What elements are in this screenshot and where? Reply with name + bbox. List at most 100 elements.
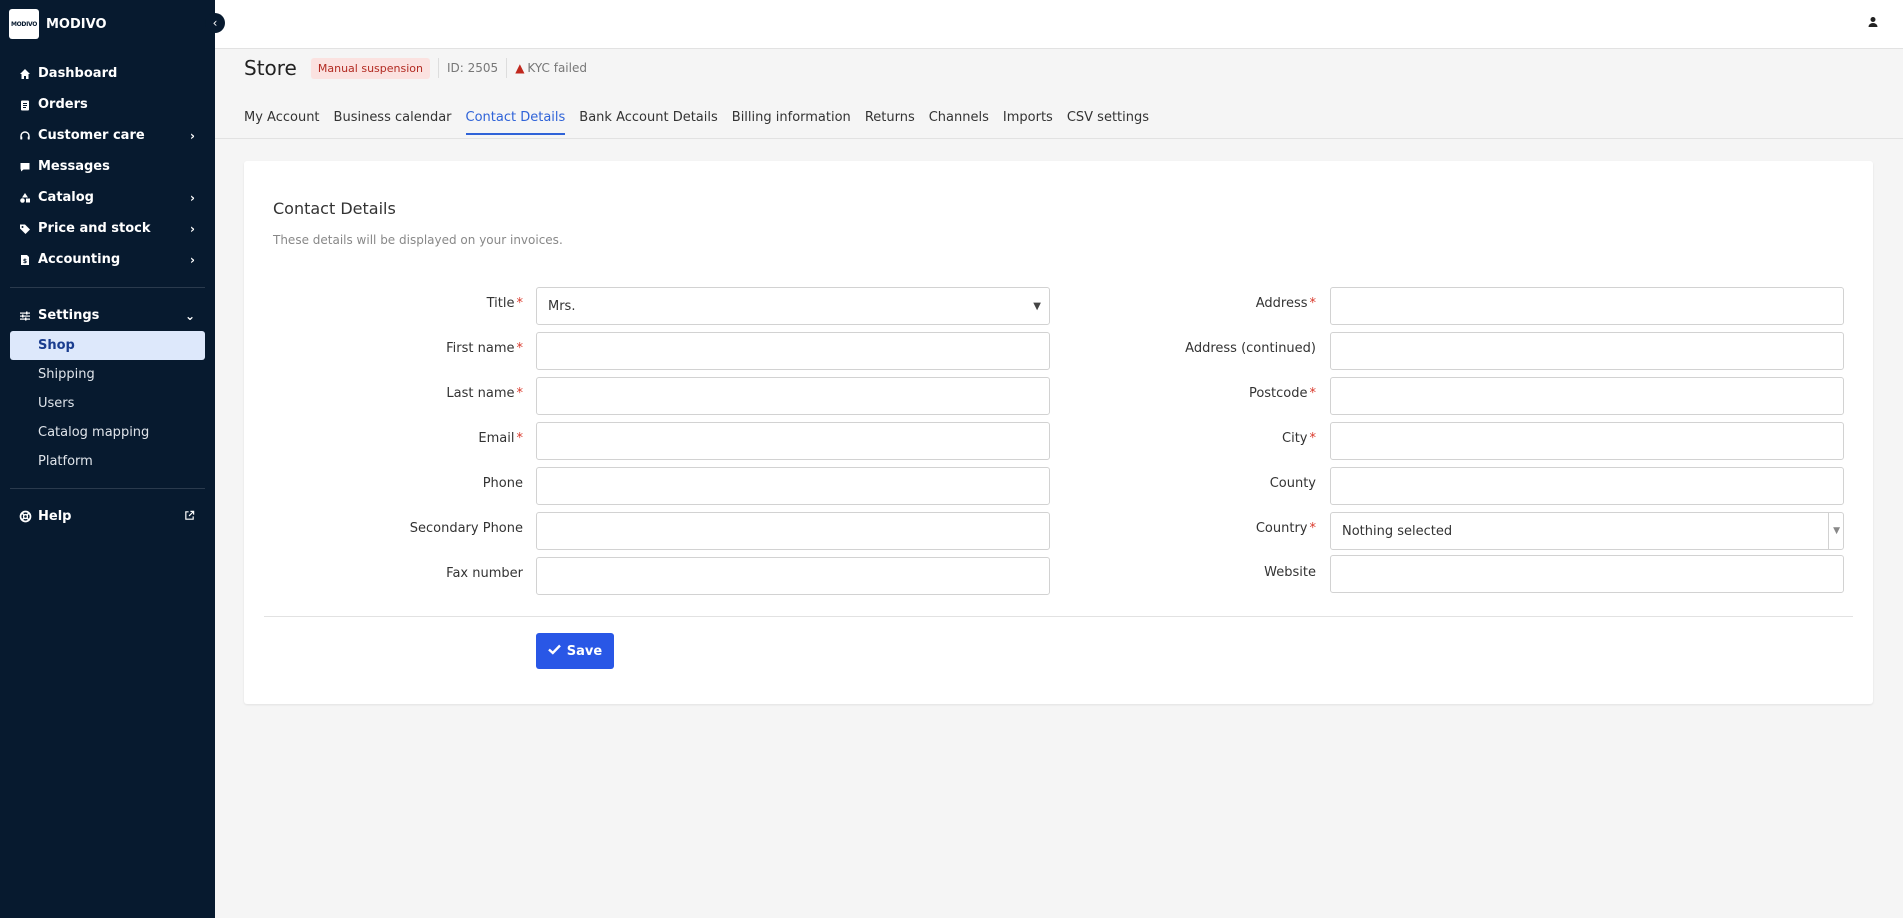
sidebar-item-label: Catalog: [38, 190, 94, 205]
sidebar-item-dashboard[interactable]: Dashboard: [0, 58, 215, 89]
sidebar-item-label: Orders: [38, 97, 88, 112]
chevron-right-icon: ›: [190, 190, 195, 205]
required-marker: *: [516, 431, 524, 446]
brand-logo: MODIVO: [9, 9, 39, 39]
sidebar-subitem-platform[interactable]: Platform: [0, 447, 215, 476]
sidebar-subitem-catalog-mapping[interactable]: Catalog mapping: [0, 418, 215, 447]
country-select[interactable]: Nothing selected ▼: [1330, 512, 1844, 550]
sidebar-item-orders[interactable]: Orders: [0, 89, 215, 120]
required-marker: *: [516, 296, 524, 311]
sidebar-item-label: Dashboard: [38, 66, 118, 81]
tab-billing-information[interactable]: Billing information: [732, 110, 851, 135]
required-marker: *: [516, 341, 524, 356]
chevron-left-icon: ‹: [212, 16, 218, 30]
tab-my-account[interactable]: My Account: [244, 110, 320, 135]
sidebar-item-label: Settings: [38, 308, 100, 323]
address-continued-input[interactable]: [1330, 332, 1844, 370]
page-header: Store Manual suspension ID: 2505 ▲ KYC fa…: [244, 56, 587, 80]
form-divider: [264, 616, 1853, 617]
save-button[interactable]: Save: [536, 633, 614, 669]
country-select-value: Nothing selected: [1342, 523, 1453, 539]
tab-imports[interactable]: Imports: [1003, 110, 1053, 135]
sidebar-subitem-shop[interactable]: Shop: [10, 331, 205, 360]
required-marker: *: [516, 386, 524, 401]
last-name-label-text: Last name: [446, 386, 515, 401]
city-label-text: City: [1282, 431, 1308, 446]
select-divider: [1828, 513, 1829, 549]
county-input[interactable]: [1330, 467, 1844, 505]
required-marker: *: [1309, 431, 1317, 446]
website-label-text: Website: [1264, 565, 1316, 580]
address-input[interactable]: [1330, 287, 1844, 325]
brand-name: MODIVO: [46, 16, 107, 32]
chevron-right-icon: ›: [190, 221, 195, 236]
county-label-text: County: [1269, 476, 1316, 491]
first-name-label: First name *: [323, 341, 523, 356]
postcode-label: Postcode *: [1116, 386, 1316, 401]
country-label: Country *: [1116, 521, 1316, 536]
sidebar-subitem-users[interactable]: Users: [0, 389, 215, 418]
sidebar-subitem-shipping[interactable]: Shipping: [0, 360, 215, 389]
sidebar-item-label: Price and stock: [38, 221, 151, 236]
external-link-icon: [184, 510, 195, 524]
tag-icon: [18, 223, 32, 235]
email-input[interactable]: [536, 422, 1050, 460]
secondary-phone-input[interactable]: [536, 512, 1050, 550]
brand[interactable]: MODIVO MODIVO: [0, 0, 215, 48]
sidebar-divider: [10, 488, 205, 489]
email-label: Email *: [323, 431, 523, 446]
phone-input[interactable]: [536, 467, 1050, 505]
secondary-phone-label: Secondary Phone: [323, 521, 523, 536]
first-name-label-text: First name: [446, 341, 515, 356]
sidebar-item-label: Accounting: [38, 252, 121, 267]
email-label-text: Email: [478, 431, 515, 446]
sidebar-item-accounting[interactable]: $ Accounting ›: [0, 244, 215, 275]
main-nav: Dashboard Orders Customer care › Message…: [0, 58, 215, 532]
fax-number-label: Fax number: [323, 566, 523, 581]
last-name-label: Last name *: [323, 386, 523, 401]
tab-csv-settings[interactable]: CSV settings: [1067, 110, 1149, 135]
form-subtitle: These details will be displayed on your …: [273, 233, 563, 247]
caret-down-icon: ▼: [1833, 526, 1840, 536]
secondary-phone-label-text: Secondary Phone: [409, 521, 523, 536]
city-label: City *: [1116, 431, 1316, 446]
sidebar-item-label: Messages: [38, 159, 110, 174]
headset-icon: [18, 130, 32, 142]
title-label: Title *: [323, 296, 523, 311]
sidebar-item-help[interactable]: Help: [0, 501, 215, 532]
tab-channels[interactable]: Channels: [929, 110, 989, 135]
postcode-label-text: Postcode: [1248, 386, 1308, 401]
tab-returns[interactable]: Returns: [865, 110, 915, 135]
sidebar-item-customer-care[interactable]: Customer care ›: [0, 120, 215, 151]
sidebar-item-catalog[interactable]: Catalog ›: [0, 182, 215, 213]
title-select[interactable]: Mrs. ▼: [536, 287, 1050, 325]
status-badge: Manual suspension: [310, 57, 430, 79]
header-divider: [438, 58, 439, 78]
tab-bar: My Account Business calendar Contact Det…: [244, 110, 1163, 135]
tab-contact-details[interactable]: Contact Details: [465, 110, 566, 135]
page-title: Store: [244, 56, 297, 80]
website-input[interactable]: [1330, 555, 1844, 593]
sidebar-item-messages[interactable]: Messages: [0, 151, 215, 182]
tab-business-calendar[interactable]: Business calendar: [334, 110, 452, 135]
title-label-text: Title: [486, 296, 515, 311]
sidebar-item-price-and-stock[interactable]: Price and stock ›: [0, 213, 215, 244]
chat-icon: [18, 161, 32, 173]
collapse-sidebar-button[interactable]: ‹: [205, 13, 225, 33]
postcode-input[interactable]: [1330, 377, 1844, 415]
chevron-down-icon: ⌄: [184, 308, 195, 323]
user-icon[interactable]: [1867, 16, 1879, 32]
lifebuoy-icon: [18, 510, 32, 523]
phone-label-text: Phone: [482, 476, 523, 491]
fax-number-input[interactable]: [536, 557, 1050, 595]
sidebar-item-settings[interactable]: Settings ⌄: [0, 300, 215, 331]
contact-details-card: Contact Details These details will be di…: [244, 161, 1873, 704]
last-name-input[interactable]: [536, 377, 1050, 415]
city-input[interactable]: [1330, 422, 1844, 460]
country-label-text: Country: [1255, 521, 1308, 536]
tab-bank-account-details[interactable]: Bank Account Details: [579, 110, 717, 135]
required-marker: *: [1309, 296, 1317, 311]
shapes-icon: [18, 192, 32, 204]
title-select-value: Mrs.: [548, 298, 576, 314]
first-name-input[interactable]: [536, 332, 1050, 370]
